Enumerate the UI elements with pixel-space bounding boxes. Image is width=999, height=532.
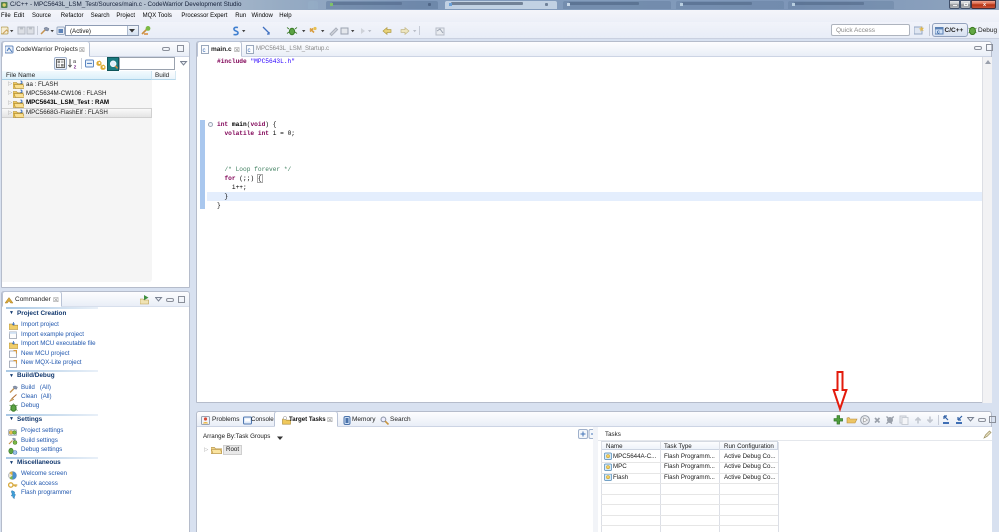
svg-text:z: z [74,65,77,71]
svg-text:c: c [248,48,251,54]
svg-text:c: c [203,48,206,54]
svg-text:c: c [937,30,940,36]
